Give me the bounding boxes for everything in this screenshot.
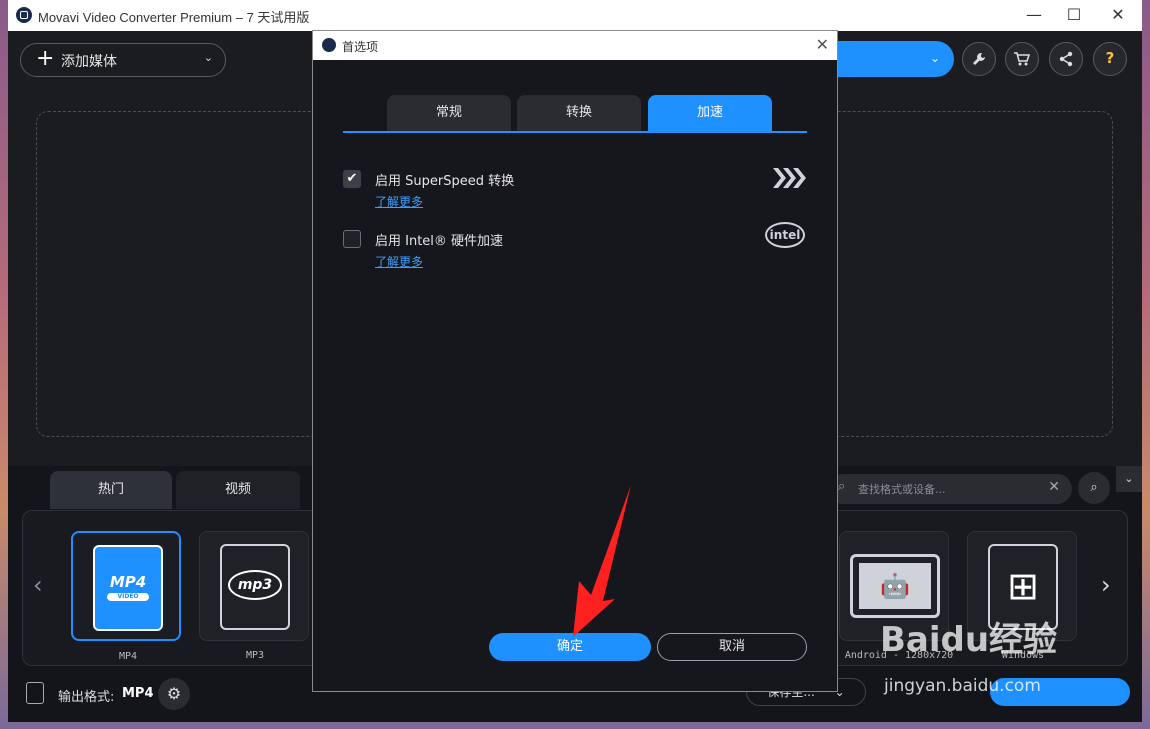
intel-checkbox[interactable] <box>343 230 361 248</box>
option-intel: 启用 Intel® 硬件加速 了解更多 intel <box>343 222 813 275</box>
chevron-down-icon: ⌄ <box>203 51 213 64</box>
watermark-logo: Baidu经验 <box>880 620 1058 660</box>
title-bar: Movavi Video Converter Premium – 7 天试用版 … <box>8 0 1142 31</box>
help-icon[interactable]: ? <box>1093 42 1127 76</box>
output-format-value: MP4 <box>122 686 154 701</box>
superspeed-icon <box>773 168 806 188</box>
preferences-dialog: 首选项 ✕ 常规 转换 加速 ✔ 启用 SuperSpeed 转换 了解更多 启… <box>312 30 838 692</box>
app-logo-icon <box>16 7 32 23</box>
chevron-down-icon: ⌄ <box>929 51 940 65</box>
search-icon: ⌕ <box>838 479 846 494</box>
dialog-title: 首选项 <box>342 40 379 54</box>
carousel-next-button[interactable]: › <box>1101 571 1111 599</box>
format-search[interactable]: ⌕ 查找格式或设备... ✕ <box>828 474 1072 504</box>
plus-icon: + <box>36 46 55 71</box>
share-icon[interactable] <box>1049 42 1083 76</box>
mp4-file-icon: MP4 VIDEO <box>93 545 163 631</box>
tab-acceleration[interactable]: 加速 <box>648 95 772 131</box>
mp3-file-icon: mp3 <box>220 544 290 630</box>
search-placeholder: 查找格式或设备... <box>858 483 946 496</box>
tab-video[interactable]: 视频 <box>176 471 300 509</box>
intel-logo-icon: intel <box>765 222 805 248</box>
intel-learn-more-link[interactable]: 了解更多 <box>375 253 423 270</box>
tab-underline <box>343 131 807 133</box>
minimize-button[interactable]: — <box>1014 4 1054 28</box>
gear-icon[interactable]: ⚙ <box>158 678 190 710</box>
format-card-mp3[interactable]: mp3 MP3 <box>199 531 309 661</box>
intel-label: 启用 Intel® 硬件加速 <box>375 234 504 249</box>
watermark-url: jingyan.baidu.com <box>884 676 1041 696</box>
annotation-arrow-icon <box>573 485 631 637</box>
dialog-title-bar: 首选项 ✕ <box>313 31 837 60</box>
add-media-button[interactable]: + 添加媒体 ⌄ <box>20 43 226 77</box>
format-card-label: MP4 <box>118 651 138 662</box>
option-superspeed: ✔ 启用 SuperSpeed 转换 了解更多 <box>343 165 813 215</box>
search-device-icon[interactable]: ⌕ <box>1078 472 1110 504</box>
dialog-close-icon[interactable]: ✕ <box>816 35 829 54</box>
superspeed-learn-more-link[interactable]: 了解更多 <box>375 193 423 210</box>
clear-search-icon[interactable]: ✕ <box>1048 479 1060 495</box>
cart-icon[interactable] <box>1005 42 1039 76</box>
app-logo-icon <box>322 38 336 52</box>
wrench-icon[interactable] <box>962 42 996 76</box>
cancel-button[interactable]: 取消 <box>657 633 807 661</box>
close-button[interactable]: ✕ <box>1098 4 1138 28</box>
baidu-watermark: Baidu经验 jingyan.baidu.com <box>880 600 1120 710</box>
output-format-icon <box>26 682 44 704</box>
format-card-mp4[interactable]: MP4 VIDEO MP4 <box>71 531 181 662</box>
format-card-label: MP3 <box>245 650 265 661</box>
maximize-button[interactable]: ☐ <box>1054 4 1094 28</box>
carousel-prev-button[interactable]: ‹ <box>33 571 43 599</box>
collapse-panel-button[interactable]: ⌄ <box>1116 466 1142 492</box>
add-media-label: 添加媒体 <box>61 54 117 70</box>
window-title: Movavi Video Converter Premium – 7 天试用版 <box>38 10 310 25</box>
output-format-label: 输出格式: <box>58 690 115 705</box>
tab-conversion[interactable]: 转换 <box>517 95 641 131</box>
tab-general[interactable]: 常规 <box>387 95 511 131</box>
superspeed-label: 启用 SuperSpeed 转换 <box>375 174 515 189</box>
tab-popular[interactable]: 热门 <box>50 471 172 509</box>
superspeed-checkbox[interactable]: ✔ <box>343 170 361 188</box>
